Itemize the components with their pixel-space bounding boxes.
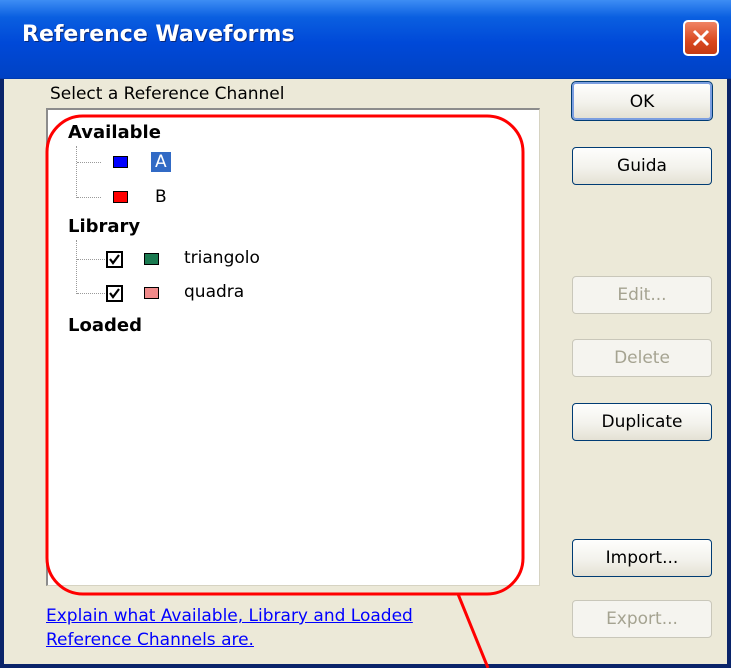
triangolo-checkbox[interactable] [106,251,123,268]
reference-channel-tree[interactable]: Available A B Library triangolo quadra L… [46,108,540,586]
close-button[interactable] [683,20,719,56]
title-bar[interactable]: Reference Waveforms [0,0,731,79]
delete-button[interactable]: Delete [572,339,712,377]
channel-a-color-swatch [113,156,128,168]
tree-node-loaded[interactable]: Loaded [68,315,142,336]
tree-connector [76,240,77,294]
export-button[interactable]: Export... [572,600,712,638]
duplicate-button[interactable]: Duplicate [572,403,712,441]
import-button[interactable]: Import... [572,539,712,577]
ok-button[interactable]: OK [571,81,713,121]
checkmark-icon [109,288,120,299]
tree-connector [77,293,105,294]
tree-connector [77,162,101,163]
tree-item-channel-b[interactable]: B [155,187,167,207]
reference-waveforms-dialog: Reference Waveforms Select a Reference C… [0,0,731,668]
tree-connector [77,197,101,198]
close-icon [692,29,710,47]
window-title: Reference Waveforms [22,22,295,47]
tree-connector [76,146,77,198]
tree-connector [77,259,105,260]
checkmark-icon [109,254,120,265]
triangolo-color-swatch [144,253,159,265]
guida-button[interactable]: Guida [572,147,712,185]
tree-node-library[interactable]: Library [68,216,140,237]
tree-node-available[interactable]: Available [68,122,161,143]
channel-b-color-swatch [113,191,128,203]
help-link-line-1[interactable]: Explain what Available, Library and Load… [46,606,413,626]
tree-item-quadra[interactable]: quadra [184,282,244,302]
tree-item-channel-a[interactable]: A [151,152,171,172]
edit-button[interactable]: Edit... [572,276,712,314]
quadra-checkbox[interactable] [106,285,123,302]
select-channel-label: Select a Reference Channel [50,84,285,104]
tree-item-triangolo[interactable]: triangolo [184,248,260,268]
quadra-color-swatch [144,287,159,299]
help-link-line-2[interactable]: Reference Channels are. [46,630,254,650]
